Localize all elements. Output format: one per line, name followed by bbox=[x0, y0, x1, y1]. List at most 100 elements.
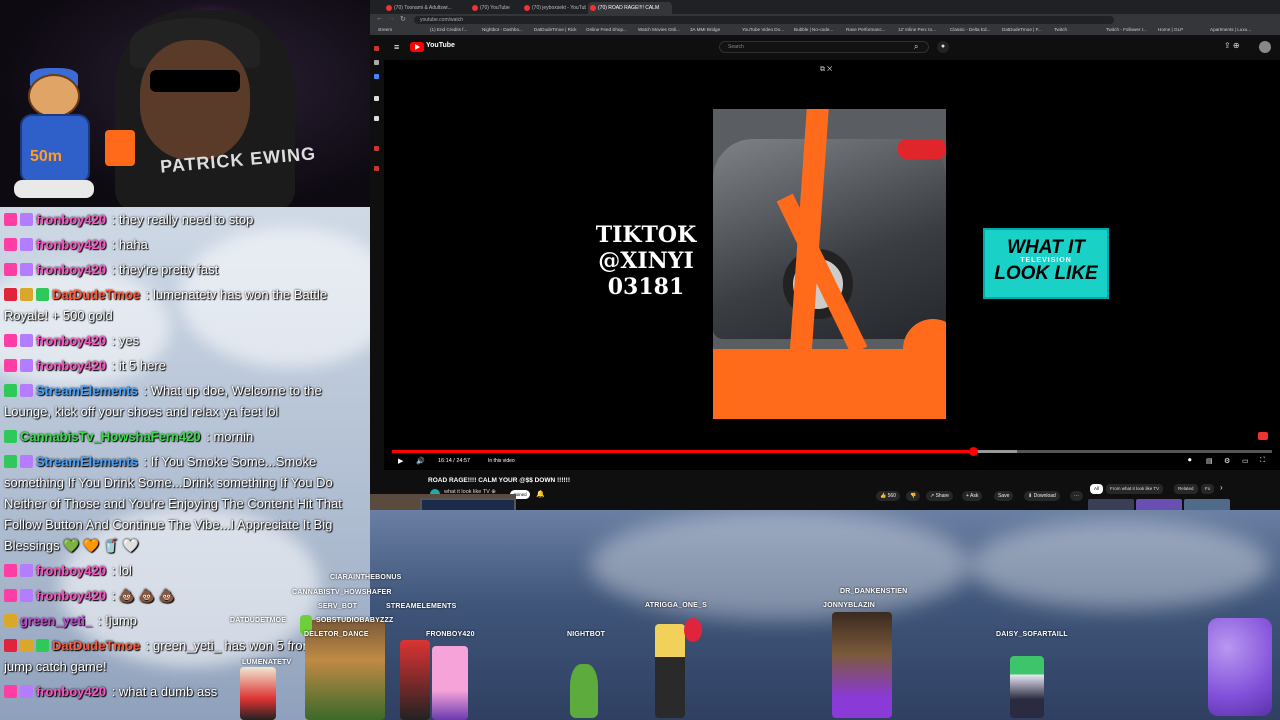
chat-message: fronboy420 : lol bbox=[0, 558, 370, 583]
chat-badge-icon bbox=[4, 334, 17, 347]
chat-username[interactable]: StreamElements bbox=[36, 383, 138, 398]
filter-chip[interactable]: Fo bbox=[1201, 484, 1215, 494]
settings-icon[interactable]: ⚙ bbox=[1224, 457, 1230, 465]
address-bar[interactable]: youtube.com/watch bbox=[414, 16, 1114, 24]
chat-message: DatDudeTmoe : lumenatetv has won the Bat… bbox=[0, 282, 370, 328]
bookmark-item[interactable]: Bubble | No-code... bbox=[794, 27, 833, 32]
play-icon[interactable]: ▶ bbox=[398, 457, 403, 465]
bookmark-item[interactable]: DatDudeTmoe | F... bbox=[1002, 27, 1042, 32]
video-action-button[interactable]: Save bbox=[994, 491, 1014, 501]
browser-tab[interactable]: (70) Toonami & Adultswi... bbox=[384, 2, 468, 14]
chat-username[interactable]: DatDudeTmoe bbox=[52, 287, 140, 302]
forward-icon[interactable]: → bbox=[388, 15, 395, 22]
bookmark-item[interactable]: Apartments | Luxu... bbox=[1210, 27, 1251, 32]
progress-bar[interactable] bbox=[392, 447, 1272, 456]
chat-separator: : bbox=[108, 563, 119, 578]
bookmark-item[interactable]: Twitch bbox=[1054, 27, 1067, 32]
chat-separator: : bbox=[142, 287, 153, 302]
chat-username[interactable]: fronboy420 bbox=[36, 684, 106, 699]
tab-label: (70) ROAD RAGE!!!! CALM bbox=[598, 5, 660, 11]
bookmark-item[interactable]: YouTube Video Do... bbox=[742, 27, 784, 32]
chat-message: fronboy420 : they're pretty fast bbox=[0, 257, 370, 282]
bookmark-item[interactable]: Watch Movies Onli... bbox=[638, 27, 680, 32]
extension-icon[interactable] bbox=[374, 116, 379, 121]
browser-tab[interactable]: (70) ROAD RAGE!!!! CALM bbox=[588, 2, 672, 14]
volume-icon[interactable]: 🔊 bbox=[416, 457, 425, 465]
chat-username[interactable]: fronboy420 bbox=[36, 588, 106, 603]
bookmark-item[interactable]: 12' Inline Perc to... bbox=[898, 27, 936, 32]
extension-icon[interactable] bbox=[374, 46, 379, 51]
chat-badge-icon bbox=[4, 213, 17, 226]
filter-chip[interactable]: All bbox=[1090, 484, 1104, 494]
chat-username[interactable]: CannabisTv_HowshaFern420 bbox=[20, 429, 201, 444]
filter-chip[interactable]: Related bbox=[1174, 484, 1198, 494]
browser-tab[interactable]: (70) YouTube bbox=[470, 2, 520, 14]
bookmark-item[interactable]: Nightbot - Dashbo... bbox=[482, 27, 523, 32]
chat-separator: : bbox=[108, 358, 119, 373]
video-action-button[interactable]: + Ask bbox=[962, 491, 983, 501]
video-action-button[interactable]: ··· bbox=[1070, 491, 1083, 501]
bookmark-item[interactable]: Rave Performanc... bbox=[846, 27, 886, 32]
player-top-icons[interactable]: ⧉ ✕ bbox=[820, 66, 832, 74]
extension-icon[interactable] bbox=[374, 74, 379, 79]
bookmark-item[interactable]: Home | GLP bbox=[1158, 27, 1183, 32]
youtube-wordmark[interactable]: YouTube bbox=[426, 42, 455, 49]
extension-icon[interactable] bbox=[374, 60, 379, 65]
extension-icon[interactable] bbox=[374, 96, 379, 101]
video-action-button[interactable]: 👎 bbox=[906, 491, 921, 501]
subscribe-watermark-icon[interactable] bbox=[1258, 432, 1268, 440]
chat-username[interactable]: StreamElements bbox=[36, 454, 138, 469]
extension-icon[interactable] bbox=[374, 166, 379, 171]
chat-username[interactable]: fronboy420 bbox=[36, 563, 106, 578]
autoplay-toggle[interactable]: ⏺ bbox=[1188, 457, 1192, 465]
lumenatetv-avatar bbox=[240, 667, 276, 720]
chat-username[interactable]: fronboy420 bbox=[36, 212, 106, 227]
chat-username[interactable]: DatDudeTmoe bbox=[52, 638, 140, 653]
extension-icon[interactable] bbox=[374, 146, 379, 151]
progress-scrubber[interactable] bbox=[968, 447, 978, 456]
bell-icon[interactable]: 🔔 bbox=[536, 490, 545, 498]
avatar-name-label: CIARAINTHEBONUS bbox=[330, 574, 402, 581]
video-action-button[interactable]: ↗ Share bbox=[926, 491, 953, 501]
avatar-name-label: STREAMELEMENTS bbox=[386, 603, 457, 610]
avatar-name-label: SOBSTUDIOBABYZZZ bbox=[316, 617, 394, 624]
search-icon[interactable]: ⌕ bbox=[914, 42, 918, 52]
hamburger-menu-icon[interactable]: ≡ bbox=[394, 42, 399, 52]
microphone-icon[interactable]: ● bbox=[937, 41, 949, 53]
avatar-name-label: DELETOR_DANCE bbox=[304, 631, 369, 638]
avatar-stage bbox=[370, 510, 1280, 720]
tab-label: (70) Toonami & Adultswi... bbox=[394, 5, 452, 11]
video-action-button[interactable]: 👍 560 bbox=[876, 491, 900, 501]
bookmark-item[interactable]: streem bbox=[378, 27, 392, 32]
chat-username[interactable]: green_yeti_ bbox=[20, 613, 92, 628]
fullscreen-icon[interactable]: ⛶ bbox=[1260, 457, 1265, 465]
bookmark-item[interactable]: 3A MMI Bridge bbox=[690, 27, 720, 32]
bookmark-item[interactable]: DatDudeTmoe | Rick bbox=[534, 27, 577, 32]
theater-icon[interactable]: ▭ bbox=[1242, 457, 1249, 465]
bookmark-item[interactable]: Online Feed Shop... bbox=[586, 27, 627, 32]
search-input[interactable]: Search bbox=[719, 41, 929, 53]
chevron-right-icon[interactable]: › bbox=[1220, 483, 1223, 492]
create-icon[interactable]: ⇪ ⊕ bbox=[1224, 41, 1240, 50]
chapter-label[interactable]: In this video bbox=[488, 458, 515, 464]
chat-username[interactable]: fronboy420 bbox=[36, 358, 106, 373]
chat-username[interactable]: fronboy420 bbox=[36, 333, 106, 348]
back-icon[interactable]: ← bbox=[376, 15, 383, 22]
reload-icon[interactable]: ↻ bbox=[400, 15, 406, 23]
filter-chip[interactable]: From what it look like TV bbox=[1106, 484, 1164, 494]
chat-badge-icon bbox=[20, 359, 33, 372]
video-action-button[interactable]: ⬇ Download bbox=[1024, 491, 1060, 501]
account-avatar[interactable] bbox=[1259, 41, 1271, 53]
bookmark-item[interactable]: Classic - Delta Ed... bbox=[950, 27, 990, 32]
streamer-face bbox=[140, 40, 250, 160]
chat-text: they really need to stop bbox=[118, 212, 254, 227]
chat-username[interactable]: fronboy420 bbox=[36, 237, 106, 252]
bookmark-item[interactable]: (1) End Credits f... bbox=[430, 27, 467, 32]
chat-username[interactable]: fronboy420 bbox=[36, 262, 106, 277]
browser-window: (70) Toonami & Adultswi... (70) YouTube (7… bbox=[370, 0, 1280, 510]
bookmark-item[interactable]: Twitch - Follower r... bbox=[1106, 27, 1147, 32]
video-player[interactable]: ⧉ ✕ TIKTOK @XINYI 03181 WHAT IT TELEVISI… bbox=[384, 60, 1280, 470]
youtube-logo-icon[interactable] bbox=[410, 42, 424, 52]
browser-tab[interactable]: (70) jeyboxsekt - YouTube bbox=[522, 2, 586, 14]
captions-icon[interactable]: ▤ bbox=[1206, 457, 1213, 465]
